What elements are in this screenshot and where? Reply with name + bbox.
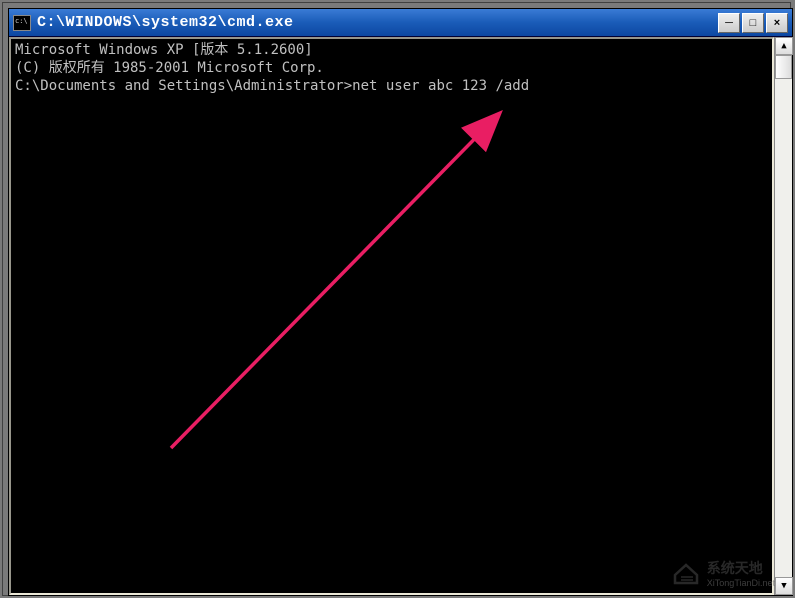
watermark: 系统天地 XiTongTianDi.net	[671, 558, 775, 588]
scroll-track[interactable]	[775, 55, 792, 577]
minimize-button[interactable]: ─	[718, 13, 740, 33]
watermark-url: XiTongTianDi.net	[707, 578, 775, 588]
close-button[interactable]: ×	[766, 13, 788, 33]
watermark-logo-icon	[671, 561, 701, 585]
maximize-button[interactable]: □	[742, 13, 764, 33]
scroll-down-button[interactable]: ▼	[775, 577, 793, 595]
cmd-icon	[13, 15, 31, 31]
content-area: Microsoft Windows XP [版本 5.1.2600](C) 版权…	[9, 37, 792, 595]
watermark-title: 系统天地	[707, 558, 775, 578]
titlebar[interactable]: C:\WINDOWS\system32\cmd.exe ─ □ ×	[9, 9, 792, 37]
scroll-thumb[interactable]	[775, 55, 792, 79]
console-prompt: C:\Documents and Settings\Administrator>	[15, 78, 352, 94]
window-controls: ─ □ ×	[718, 13, 788, 33]
console-command: net user abc 123 /add	[352, 78, 529, 94]
console-line: (C) 版权所有 1985-2001 Microsoft Corp.	[15, 59, 768, 77]
outer-border: C:\WINDOWS\system32\cmd.exe ─ □ × Micros…	[2, 2, 791, 596]
console-prompt-line: C:\Documents and Settings\Administrator>…	[15, 77, 768, 95]
console-line: Microsoft Windows XP [版本 5.1.2600]	[15, 41, 768, 59]
cmd-window: C:\WINDOWS\system32\cmd.exe ─ □ × Micros…	[8, 8, 793, 596]
watermark-text: 系统天地 XiTongTianDi.net	[707, 558, 775, 588]
vertical-scrollbar[interactable]: ▲ ▼	[774, 37, 792, 595]
console-output[interactable]: Microsoft Windows XP [版本 5.1.2600](C) 版权…	[9, 37, 774, 595]
scroll-up-button[interactable]: ▲	[775, 37, 793, 55]
window-title: C:\WINDOWS\system32\cmd.exe	[37, 14, 718, 31]
